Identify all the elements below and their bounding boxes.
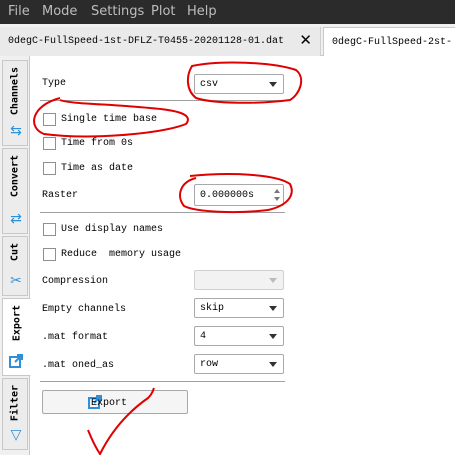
mat-format-value: 4 bbox=[200, 331, 207, 342]
divider bbox=[40, 381, 285, 382]
raster-spinbox[interactable]: 0.000000s bbox=[194, 184, 284, 206]
tab-filter[interactable]: Filter ▽ bbox=[2, 378, 28, 450]
mat-oned-value: row bbox=[200, 359, 219, 370]
spin-down-icon[interactable] bbox=[274, 197, 280, 201]
menu-bar: File Mode Settings Plot Help bbox=[0, 0, 455, 24]
filter-icon: ▽ bbox=[10, 427, 22, 443]
menu-help[interactable]: Help bbox=[187, 4, 217, 19]
file-tab-1[interactable]: 0degC-FullSpeed-1st-DFLZ-T0455-20201128-… bbox=[0, 27, 321, 56]
export-panel: Type csv Single time base Time from 0s T… bbox=[30, 56, 455, 455]
compression-label: Compression bbox=[42, 276, 109, 287]
menu-mode[interactable]: Mode bbox=[42, 4, 77, 19]
tab-convert-label: Convert bbox=[9, 155, 21, 198]
use-display-names-label: Use display names bbox=[61, 224, 164, 235]
channels-icon: ⇆ bbox=[10, 123, 22, 139]
tab-convert[interactable]: Convert ⇄ bbox=[2, 148, 28, 234]
mat-oned-select[interactable]: row bbox=[194, 354, 284, 374]
raster-label: Raster bbox=[42, 190, 79, 201]
tab-export-label: Export bbox=[11, 305, 22, 342]
tab-cut-label: Cut bbox=[9, 243, 21, 262]
single-time-base-checkbox[interactable] bbox=[43, 113, 56, 126]
mat-format-label: .mat format bbox=[42, 332, 109, 343]
chevron-down-icon bbox=[269, 334, 277, 339]
tab-export[interactable]: Export bbox=[2, 298, 31, 376]
convert-icon: ⇄ bbox=[10, 211, 22, 227]
tab-filter-label: Filter bbox=[9, 385, 21, 422]
type-label: Type bbox=[42, 78, 67, 89]
file-tab-bar: 0degC-FullSpeed-1st-DFLZ-T0455-20201128-… bbox=[0, 24, 455, 56]
type-select[interactable]: csv bbox=[194, 74, 284, 94]
tab-cut[interactable]: Cut ✂ bbox=[2, 236, 28, 296]
time-as-date-label: Time as date bbox=[61, 163, 134, 174]
use-display-names-checkbox[interactable] bbox=[43, 223, 56, 236]
divider bbox=[40, 100, 285, 101]
export-button-label: Export bbox=[91, 398, 128, 409]
export-icon bbox=[8, 353, 24, 369]
side-tab-bar: Channels ⇆ Convert ⇄ Cut ✂ Export Filter… bbox=[0, 56, 31, 455]
type-value: csv bbox=[200, 79, 219, 90]
empty-channels-label: Empty channels bbox=[42, 304, 127, 315]
empty-channels-value: skip bbox=[200, 303, 225, 314]
time-from-0s-label: Time from 0s bbox=[61, 138, 134, 149]
chevron-down-icon bbox=[269, 306, 277, 311]
chevron-down-icon bbox=[269, 82, 277, 87]
menu-plot[interactable]: Plot bbox=[151, 4, 176, 19]
scissors-icon: ✂ bbox=[10, 273, 22, 289]
file-tab-2-label: 0degC-FullSpeed-2st- bbox=[332, 37, 453, 48]
single-time-base-label: Single time base bbox=[61, 114, 158, 125]
chevron-down-icon bbox=[269, 362, 277, 367]
tab-channels[interactable]: Channels ⇆ bbox=[2, 60, 28, 146]
mat-format-select[interactable]: 4 bbox=[194, 326, 284, 346]
time-from-0s-checkbox[interactable] bbox=[43, 137, 56, 150]
time-as-date-checkbox[interactable] bbox=[43, 162, 56, 175]
close-icon[interactable]: ✕ bbox=[299, 31, 312, 49]
file-tab-1-label: 0degC-FullSpeed-1st-DFLZ-T0455-20201128-… bbox=[8, 36, 285, 47]
file-tab-2[interactable]: 0degC-FullSpeed-2st- bbox=[323, 27, 455, 56]
menu-settings[interactable]: Settings bbox=[91, 4, 144, 19]
compression-select[interactable] bbox=[194, 270, 284, 290]
reduce-memory-label: Reduce memory usage bbox=[61, 249, 182, 260]
divider bbox=[40, 212, 285, 213]
chevron-down-icon bbox=[269, 278, 277, 283]
raster-value: 0.000000s bbox=[200, 190, 255, 201]
menu-file[interactable]: File bbox=[8, 4, 30, 19]
reduce-memory-checkbox[interactable] bbox=[43, 248, 56, 261]
spin-up-icon[interactable] bbox=[274, 189, 280, 193]
tab-channels-label: Channels bbox=[9, 67, 21, 116]
export-button[interactable]: Export bbox=[42, 390, 188, 414]
mat-oned-label: .mat oned_as bbox=[42, 360, 115, 371]
empty-channels-select[interactable]: skip bbox=[194, 298, 284, 318]
